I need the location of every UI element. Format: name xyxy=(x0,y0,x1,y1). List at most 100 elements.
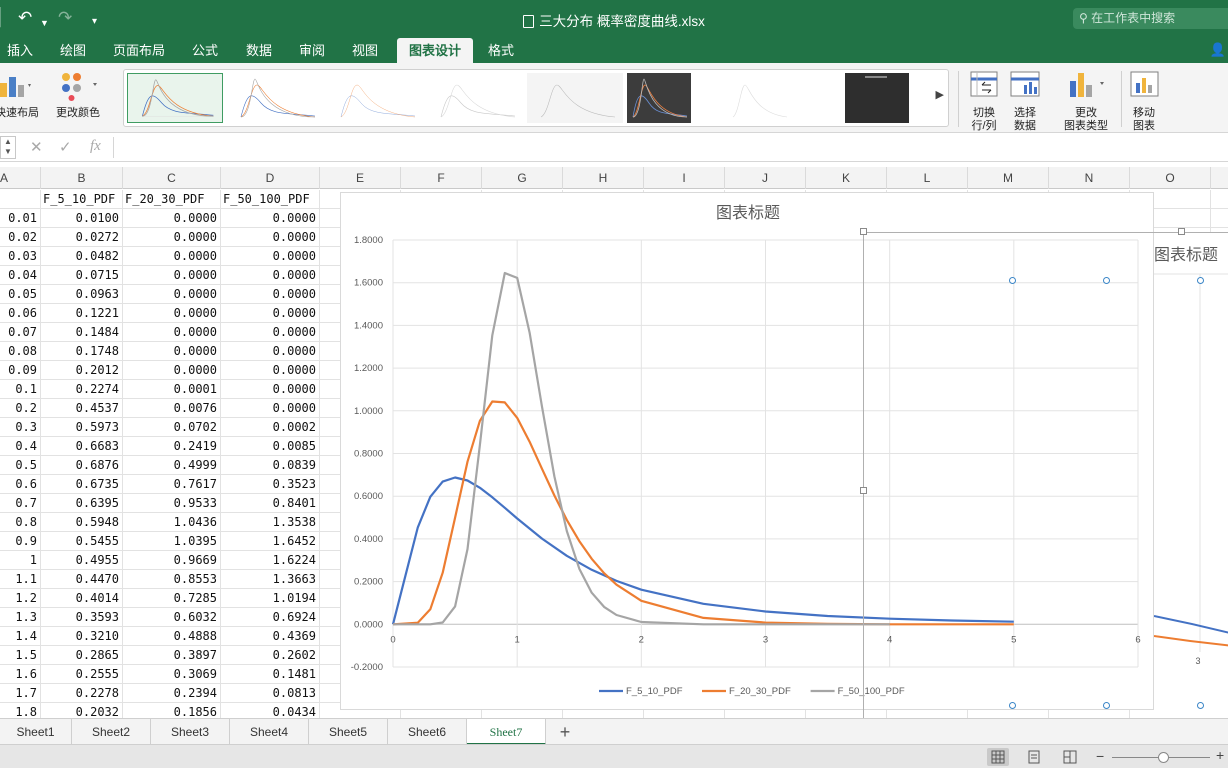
line-chart[interactable]: 图表标题 1.8000 1.6000 1.4000 1.2000 1.0000 0.800… xyxy=(341,193,1155,711)
sheet-tab-1[interactable]: Sheet1 xyxy=(0,719,72,745)
cell[interactable]: 0.0482 xyxy=(41,247,123,266)
sheet-tab-3[interactable]: Sheet3 xyxy=(151,719,230,745)
cell[interactable]: 0.6395 xyxy=(41,494,123,513)
tab-review[interactable]: 审阅 xyxy=(291,38,333,63)
cell[interactable]: 0.0000 xyxy=(221,266,320,285)
cell[interactable]: 0.0813 xyxy=(221,684,320,703)
column-header-d[interactable]: D xyxy=(221,167,320,189)
cell[interactable]: 0.5 xyxy=(0,456,41,475)
cell[interactable]: 0.2394 xyxy=(123,684,221,703)
legend-label-1[interactable]: F_5_10_PDF xyxy=(626,686,683,697)
cell[interactable]: 1.3538 xyxy=(221,513,320,532)
column-header-a[interactable]: A xyxy=(0,167,41,189)
cell[interactable]: 0.4888 xyxy=(123,627,221,646)
resize-handle[interactable] xyxy=(860,228,867,235)
cell[interactable]: 0.2274 xyxy=(41,380,123,399)
header-cell[interactable]: F_20_30_PDF xyxy=(123,190,221,209)
cell[interactable]: 0.0434 xyxy=(221,703,320,718)
cell[interactable]: 0.2032 xyxy=(41,703,123,718)
cell[interactable]: 0.0839 xyxy=(221,456,320,475)
cell[interactable]: 0.0000 xyxy=(123,285,221,304)
series-line-2[interactable] xyxy=(392,400,1014,626)
cell[interactable]: 0.0000 xyxy=(123,266,221,285)
cell[interactable]: 0.08 xyxy=(0,342,41,361)
cell[interactable]: 1.3663 xyxy=(221,570,320,589)
cell[interactable]: 1.6224 xyxy=(221,551,320,570)
cell[interactable]: 0.0000 xyxy=(123,361,221,380)
selection-point[interactable] xyxy=(1197,277,1204,284)
quick-layout-icon[interactable] xyxy=(0,73,32,99)
cell[interactable]: 0.1221 xyxy=(41,304,123,323)
cell[interactable]: 0.0963 xyxy=(41,285,123,304)
cell[interactable]: 0.5948 xyxy=(41,513,123,532)
chart-style-4-icon[interactable] xyxy=(427,73,523,123)
cell[interactable]: 0.4537 xyxy=(41,399,123,418)
column-header-i[interactable]: I xyxy=(644,167,725,189)
tab-view[interactable]: 视图 xyxy=(344,38,386,63)
cell[interactable]: 0.8 xyxy=(0,513,41,532)
cell[interactable]: 0.4999 xyxy=(123,456,221,475)
selection-point[interactable] xyxy=(1009,277,1016,284)
cell[interactable]: 0.0000 xyxy=(221,209,320,228)
switch-row-column-icon[interactable] xyxy=(970,71,998,99)
cell[interactable]: 0.02 xyxy=(0,228,41,247)
cell[interactable]: 0.0085 xyxy=(221,437,320,456)
plot-area[interactable]: 1.8000 1.6000 1.4000 1.2000 1.0000 0.8000 0.60… xyxy=(351,235,1141,673)
second-chart-title[interactable]: 图表标题 xyxy=(1154,246,1218,264)
column-header-o[interactable]: O xyxy=(1130,167,1211,189)
cell[interactable]: 0.05 xyxy=(0,285,41,304)
column-header-h[interactable]: H xyxy=(563,167,644,189)
cell[interactable]: 0.06 xyxy=(0,304,41,323)
cell[interactable]: 0.0000 xyxy=(221,228,320,247)
cell[interactable]: 0.1748 xyxy=(41,342,123,361)
page-break-view-icon[interactable] xyxy=(1059,748,1081,766)
search-input[interactable]: ⚲ 在工作表中搜索 xyxy=(1073,8,1228,29)
column-header-e[interactable]: E xyxy=(320,167,401,189)
column-header-l[interactable]: L xyxy=(887,167,968,189)
cell[interactable]: 0.0000 xyxy=(123,323,221,342)
cell[interactable]: 0.2 xyxy=(0,399,41,418)
cell[interactable]: 0.6683 xyxy=(41,437,123,456)
change-chart-type-icon[interactable] xyxy=(1068,71,1108,99)
cell[interactable]: 0.0000 xyxy=(221,304,320,323)
cell[interactable]: 0.5973 xyxy=(41,418,123,437)
cell[interactable]: 1.0436 xyxy=(123,513,221,532)
column-header-j[interactable]: J xyxy=(725,167,806,189)
cell[interactable]: 0.09 xyxy=(0,361,41,380)
cell[interactable]: 0.0100 xyxy=(41,209,123,228)
selection-point[interactable] xyxy=(1103,277,1110,284)
enter-icon[interactable]: ✓ xyxy=(59,138,72,156)
chart-style-5-icon[interactable] xyxy=(527,73,623,123)
legend-label-3[interactable]: F_50_100_PDF xyxy=(838,686,905,697)
select-data-icon[interactable] xyxy=(1010,71,1040,99)
add-sheet-button[interactable]: + xyxy=(552,721,578,743)
cell[interactable]: 1.6 xyxy=(0,665,41,684)
selection-point[interactable] xyxy=(1103,702,1110,709)
cell[interactable]: 0.0000 xyxy=(221,342,320,361)
chart-legend[interactable]: F_5_10_PDF F_20_30_PDF F_50_100_PDF xyxy=(599,686,905,697)
cell[interactable]: 1.3 xyxy=(0,608,41,627)
cell[interactable]: 1.5 xyxy=(0,646,41,665)
chart-area[interactable]: 图表标题 1.8000 1.6000 1.4000 1.2000 1.0000 0.800… xyxy=(340,192,1154,710)
cell[interactable]: 0.0000 xyxy=(221,285,320,304)
header-cell[interactable] xyxy=(0,190,41,209)
move-chart-button[interactable]: 移动 图表 xyxy=(1124,107,1164,133)
second-chart-svg[interactable]: 图表标题 3 xyxy=(1153,232,1228,718)
chart-style-1-icon[interactable] xyxy=(127,73,223,123)
change-colors-button[interactable]: 更改颜色 xyxy=(52,107,104,120)
cell[interactable]: 0.4 xyxy=(0,437,41,456)
cell[interactable]: 0.1 xyxy=(0,380,41,399)
cell[interactable]: 0.07 xyxy=(0,323,41,342)
quick-layout-button[interactable]: 快速布局 xyxy=(0,107,40,120)
cell[interactable]: 0.2012 xyxy=(41,361,123,380)
cell[interactable]: 0.3069 xyxy=(123,665,221,684)
cell[interactable]: 0.0000 xyxy=(123,209,221,228)
sheet-tab-2[interactable]: Sheet2 xyxy=(72,719,151,745)
normal-view-icon[interactable] xyxy=(987,748,1009,766)
cell[interactable]: 0.3210 xyxy=(41,627,123,646)
cell[interactable]: 1.7 xyxy=(0,684,41,703)
cell[interactable]: 0.0000 xyxy=(123,342,221,361)
select-data-button[interactable]: 选择 数据 xyxy=(1006,107,1044,133)
cell[interactable]: 0.3593 xyxy=(41,608,123,627)
cell[interactable]: 0.3523 xyxy=(221,475,320,494)
